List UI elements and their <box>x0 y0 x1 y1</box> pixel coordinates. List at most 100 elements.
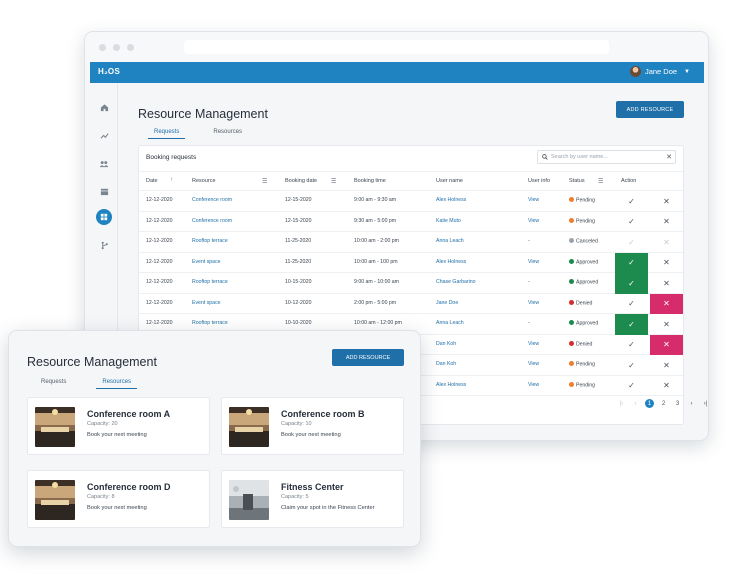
approve-icon[interactable]: ✓ <box>615 212 648 233</box>
status-dot-icon <box>569 361 574 366</box>
cell-info[interactable]: View <box>528 197 539 203</box>
reject-icon[interactable]: ✕ <box>650 314 683 335</box>
clear-icon[interactable]: ✕ <box>666 153 672 161</box>
chevron-down-icon: ▼ <box>684 68 690 75</box>
branch-icon[interactable] <box>96 237 112 253</box>
reject-icon[interactable]: ✕ <box>650 232 683 253</box>
cell-resource[interactable]: Conference room <box>192 218 232 224</box>
first-page-icon[interactable]: |‹ <box>617 399 626 408</box>
resource-card[interactable]: Conference room A Capacity: 20 Book your… <box>27 397 210 455</box>
resource-card[interactable]: Conference room B Capacity: 10 Book your… <box>221 397 404 455</box>
resource-name: Conference room D <box>87 482 171 492</box>
reject-icon[interactable]: ✕ <box>650 293 683 314</box>
reject-icon[interactable]: ✕ <box>650 273 683 294</box>
approve-icon[interactable]: ✓ <box>615 335 648 356</box>
cell-resource[interactable]: Rooftop terrace <box>192 320 228 326</box>
cell-user[interactable]: Anna Leach <box>436 320 464 326</box>
approve-icon[interactable]: ✓ <box>615 355 648 376</box>
resource-card[interactable]: Fitness Center Capacity: 5 Claim your sp… <box>221 470 404 528</box>
cell-user[interactable]: Jane Doe <box>436 300 458 306</box>
tab-resources[interactable]: Resources <box>213 129 242 139</box>
tab-requests[interactable]: Requests <box>148 129 186 139</box>
table-row: 12-12-2020 Event space 11-25-2020 10:00 am … <box>139 252 685 274</box>
prev-page-icon[interactable]: ‹ <box>631 399 640 408</box>
app-logo[interactable]: H₂OS <box>98 67 120 76</box>
status-badge: Pending <box>569 197 595 204</box>
add-resource-button[interactable]: ADD RESOURCE <box>332 349 404 366</box>
cell-booking-date: 11-25-2020 <box>285 258 312 265</box>
cell-resource[interactable]: Event space <box>192 259 221 265</box>
cell-info[interactable]: View <box>528 218 539 224</box>
resource-card[interactable]: Conference room D Capacity: 8 Book your … <box>27 470 210 528</box>
cell-user[interactable]: Chase Garbarino <box>436 279 476 285</box>
tab-resources[interactable]: Resources <box>96 379 138 389</box>
cell-date: 12-12-2020 <box>146 258 173 265</box>
grid-icon[interactable] <box>96 209 112 225</box>
resource-description: Book your next meeting <box>87 505 147 511</box>
cell-user[interactable]: Alex Holness <box>436 382 466 388</box>
status-text: Approved <box>576 320 599 327</box>
cell-user[interactable]: Alex Holness <box>436 259 466 265</box>
page-3[interactable]: 3 <box>673 399 682 408</box>
cell-resource[interactable]: Event space <box>192 300 221 306</box>
home-icon[interactable] <box>96 99 112 115</box>
reject-icon[interactable]: ✕ <box>650 376 683 397</box>
reject-icon[interactable]: ✕ <box>650 334 683 355</box>
address-bar[interactable] <box>184 40 609 54</box>
status-dot-icon <box>569 258 574 264</box>
resource-name: Fitness Center <box>281 482 344 492</box>
add-resource-button[interactable]: ADD RESOURCE <box>616 101 684 118</box>
reject-icon[interactable]: ✕ <box>650 212 683 233</box>
cell-resource[interactable]: Rooftop terrace <box>192 279 228 285</box>
table-row: 12-12-2020 Conference room 12-15-2020 9:00 … <box>139 191 685 212</box>
cell-user[interactable]: Dan Koh <box>436 341 456 347</box>
cell-info[interactable]: View <box>528 341 539 347</box>
approve-icon[interactable]: ✓ <box>615 232 648 253</box>
cell-resource[interactable]: Rooftop terrace <box>192 238 228 244</box>
col-resource: Resource <box>192 178 216 184</box>
next-page-icon[interactable]: › <box>687 399 696 408</box>
cell-info[interactable]: View <box>528 259 539 265</box>
calendar-icon[interactable] <box>96 183 112 199</box>
resources-window: Resource Management ADD RESOURCE Request… <box>8 330 421 547</box>
page-2[interactable]: 2 <box>659 399 668 408</box>
cell-user[interactable]: Katie Muto <box>436 218 461 224</box>
pagination: |‹ ‹ 1 2 3 › ›| <box>617 399 708 408</box>
approve-icon[interactable]: ✓ <box>615 252 648 273</box>
search-input[interactable]: Search by user name... ✕ <box>537 150 676 164</box>
cell-resource[interactable]: Conference room <box>192 197 232 203</box>
filter-icon[interactable]: ☰ <box>331 178 336 185</box>
approve-icon[interactable]: ✓ <box>615 314 648 335</box>
cell-info[interactable]: View <box>528 382 539 388</box>
status-text: Denied <box>576 300 593 306</box>
meeting-room-photo <box>35 407 75 447</box>
cell-user[interactable]: Alex Holness <box>436 197 466 203</box>
approve-icon[interactable]: ✓ <box>615 376 648 397</box>
filter-icon[interactable]: ☰ <box>598 178 603 185</box>
cell-time: 10:00 am - 100 pm <box>354 258 398 265</box>
col-date[interactable]: Date <box>146 178 158 184</box>
filter-icon[interactable]: ☰ <box>262 178 267 185</box>
col-booking-date: Booking date <box>285 178 318 184</box>
table-row: 12-12-2020 Event space 10-12-2020 2:00 pm -… <box>139 293 685 315</box>
sort-up-icon[interactable]: ↑ <box>170 177 173 183</box>
tab-requests[interactable]: Requests <box>41 379 66 389</box>
approve-icon[interactable]: ✓ <box>615 273 648 294</box>
reject-icon[interactable]: ✕ <box>650 191 683 212</box>
reject-icon[interactable]: ✕ <box>650 355 683 376</box>
page-1[interactable]: 1 <box>645 399 654 408</box>
cell-info[interactable]: View <box>528 300 539 306</box>
cell-user[interactable]: Anna Leach <box>436 238 464 244</box>
window-dot <box>127 44 134 51</box>
chart-icon[interactable] <box>96 127 112 143</box>
user-menu[interactable]: Jane Doe ▼ <box>629 66 690 77</box>
approve-icon[interactable]: ✓ <box>615 294 648 315</box>
people-icon[interactable] <box>96 155 112 171</box>
cell-user[interactable]: Dan Koh <box>436 361 456 367</box>
col-action: Action <box>621 178 637 184</box>
reject-icon[interactable]: ✕ <box>650 253 683 274</box>
last-page-icon[interactable]: ›| <box>701 399 708 408</box>
approve-icon[interactable]: ✓ <box>615 191 648 212</box>
page-title: Resource Management <box>138 107 268 121</box>
cell-info[interactable]: View <box>528 361 539 367</box>
